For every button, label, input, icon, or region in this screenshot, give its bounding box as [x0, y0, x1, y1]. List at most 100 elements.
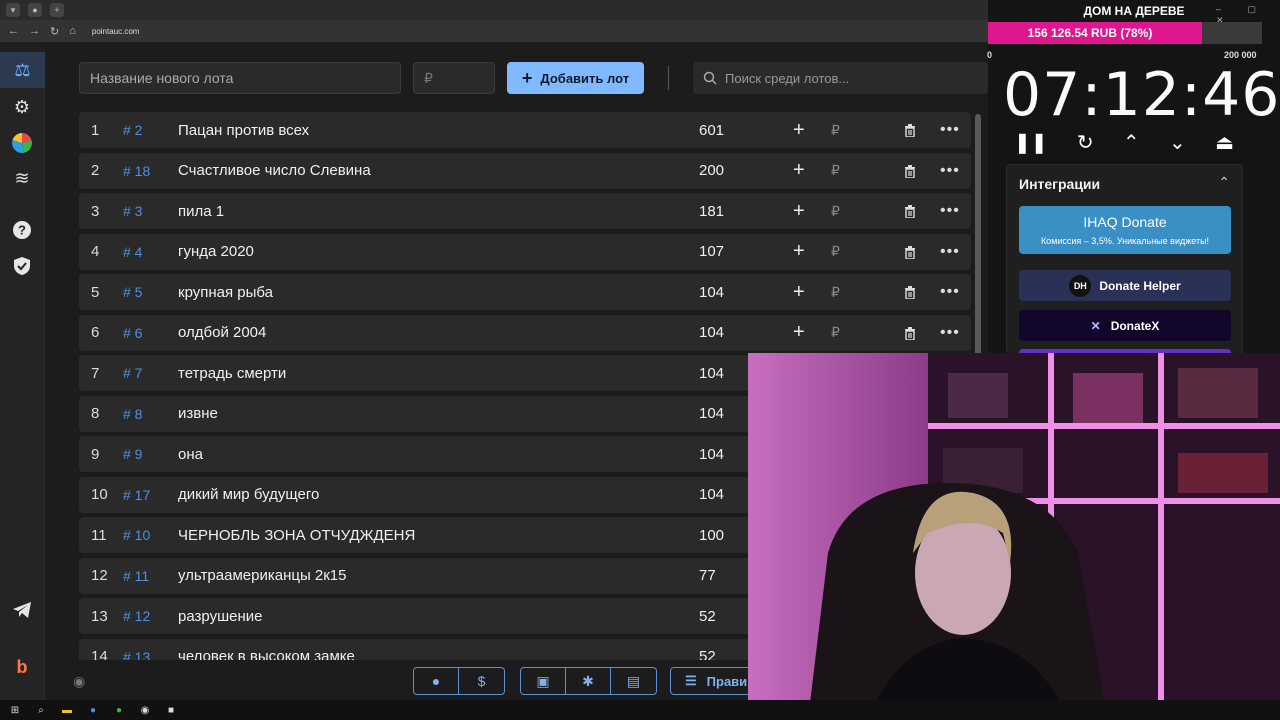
trash-icon[interactable] [903, 245, 917, 259]
home-icon[interactable]: ⌂ [69, 25, 76, 37]
lot-id-link[interactable]: # 9 [123, 446, 142, 462]
lot-amount[interactable]: 104 [699, 446, 724, 463]
lot-id-link[interactable]: # 11 [123, 568, 149, 584]
eject-icon[interactable]: ⏏ [1215, 130, 1234, 155]
browser-tab[interactable]: ● [28, 3, 42, 17]
lot-amount[interactable]: 104 [699, 324, 724, 341]
clear-icon[interactable]: ▤ [611, 668, 656, 694]
lot-id-link[interactable]: # 6 [123, 325, 142, 341]
tab-list-icon[interactable]: ▾ [6, 3, 20, 17]
lot-id-link[interactable]: # 8 [123, 406, 142, 422]
bug-icon[interactable]: ✱ [566, 668, 611, 694]
github-icon[interactable]: ● [414, 668, 459, 694]
lot-id-link[interactable]: # 17 [123, 487, 150, 503]
lot-id-link[interactable]: # 5 [123, 284, 142, 300]
lot-amount[interactable]: 52 [699, 608, 716, 625]
lot-name[interactable]: она [178, 446, 203, 463]
obs-icon[interactable]: ◉ [138, 703, 152, 717]
lot-amount[interactable]: 104 [699, 405, 724, 422]
lot-name[interactable]: дикий мир будущего [178, 486, 319, 503]
lot-amount[interactable]: 104 [699, 486, 724, 503]
auction-gavel-icon[interactable]: ⚖ [0, 52, 45, 88]
rules-button[interactable]: ☰ Прави [670, 667, 760, 695]
lot-amount[interactable]: 601 [699, 122, 724, 139]
ruble-icon[interactable]: ₽ [831, 284, 840, 301]
layers-icon[interactable]: ≋ [10, 166, 34, 190]
lot-amount[interactable]: 107 [699, 243, 724, 260]
lot-id-link[interactable]: # 12 [123, 608, 150, 624]
pause-icon[interactable]: ❚❚ [1014, 130, 1048, 155]
lot-id-link[interactable]: # 4 [123, 244, 142, 260]
ihaq-donate-button[interactable]: IHAQ Donate Комиссия – 3,5%. Уникальные … [1019, 206, 1231, 254]
chevron-down-icon[interactable]: ⌄ [1169, 130, 1186, 155]
lot-amount[interactable]: 104 [699, 284, 724, 301]
app-icon[interactable]: ■ [164, 703, 178, 717]
add-amount-icon[interactable]: + [793, 159, 805, 182]
lot-id-link[interactable]: # 18 [123, 163, 150, 179]
chrome-icon[interactable]: ● [112, 703, 126, 717]
help-icon[interactable]: ? [10, 218, 34, 242]
lot-amount[interactable]: 181 [699, 203, 724, 220]
ruble-icon[interactable]: ₽ [831, 203, 840, 220]
lot-amount[interactable]: 52 [699, 648, 716, 660]
more-options-icon[interactable]: ••• [940, 121, 960, 139]
add-amount-icon[interactable]: + [793, 119, 805, 142]
lot-name[interactable]: гунда 2020 [178, 243, 254, 260]
ruble-icon[interactable]: ₽ [831, 243, 840, 260]
trash-icon[interactable] [903, 204, 917, 218]
telegram-icon[interactable] [10, 598, 34, 622]
lot-amount[interactable]: 100 [699, 527, 724, 544]
new-lot-price-input[interactable]: ₽ [413, 62, 495, 94]
lot-id-link[interactable]: # 13 [123, 649, 150, 661]
new-lot-name-input[interactable]: Название нового лота [79, 62, 401, 94]
eye-icon[interactable]: ◉ [73, 673, 85, 690]
collapse-chevron-icon[interactable]: ⌃ [1218, 174, 1230, 191]
lot-id-link[interactable]: # 2 [123, 122, 142, 138]
donate-helper-button[interactable]: DH Donate Helper [1019, 270, 1231, 301]
add-amount-icon[interactable]: + [793, 281, 805, 304]
lot-name[interactable]: ультраамериканцы 2к15 [178, 567, 347, 584]
new-tab-icon[interactable]: + [50, 3, 64, 17]
lot-id-link[interactable]: # 10 [123, 527, 150, 543]
dollar-icon[interactable]: $ [459, 668, 504, 694]
forward-icon[interactable]: → [29, 25, 40, 37]
trash-icon[interactable] [903, 164, 917, 178]
more-options-icon[interactable]: ••• [940, 162, 960, 180]
boosty-icon[interactable]: b [10, 655, 34, 679]
trash-icon[interactable] [903, 123, 917, 137]
url-text[interactable]: pointauc.com [92, 27, 140, 36]
lot-name[interactable]: крупная рыба [178, 284, 273, 301]
lot-name[interactable]: пила 1 [178, 203, 224, 220]
search-input[interactable]: Поиск среди лотов... [693, 62, 988, 94]
lot-id-link[interactable]: # 3 [123, 203, 142, 219]
lot-name[interactable]: извне [178, 405, 218, 422]
lot-name[interactable]: Пацан против всех [178, 122, 309, 139]
chevron-up-icon[interactable]: ⌃ [1123, 130, 1140, 155]
shield-icon[interactable] [10, 254, 34, 278]
add-amount-icon[interactable]: + [793, 240, 805, 263]
lot-name[interactable]: человек в высоком замке [178, 648, 355, 660]
lot-name[interactable]: олдбой 2004 [178, 324, 266, 341]
lot-name[interactable]: тетрадь смерти [178, 365, 286, 382]
trash-icon[interactable] [903, 326, 917, 340]
lot-amount[interactable]: 104 [699, 365, 724, 382]
ruble-icon[interactable]: ₽ [831, 122, 840, 139]
save-icon[interactable]: ▣ [521, 668, 566, 694]
more-options-icon[interactable]: ••• [940, 202, 960, 220]
lot-amount[interactable]: 200 [699, 162, 724, 179]
reload-icon[interactable]: ↻ [50, 25, 59, 38]
ruble-icon[interactable]: ₽ [831, 162, 840, 179]
donatex-button[interactable]: ✕ DonateX [1019, 310, 1231, 341]
lot-name[interactable]: разрушение [178, 608, 262, 625]
browser-icon[interactable]: ● [86, 703, 100, 717]
add-lot-button[interactable]: + Добавить лот [507, 62, 644, 94]
file-explorer-icon[interactable]: ▬ [60, 703, 74, 717]
more-options-icon[interactable]: ••• [940, 243, 960, 261]
add-amount-icon[interactable]: + [793, 200, 805, 223]
more-options-icon[interactable]: ••• [940, 324, 960, 342]
lot-name[interactable]: Счастливое число Слевина [178, 162, 371, 179]
trash-icon[interactable] [903, 285, 917, 299]
back-icon[interactable]: ← [8, 25, 19, 37]
windows-start-icon[interactable]: ⊞ [8, 703, 22, 717]
lot-id-link[interactable]: # 7 [123, 365, 142, 381]
